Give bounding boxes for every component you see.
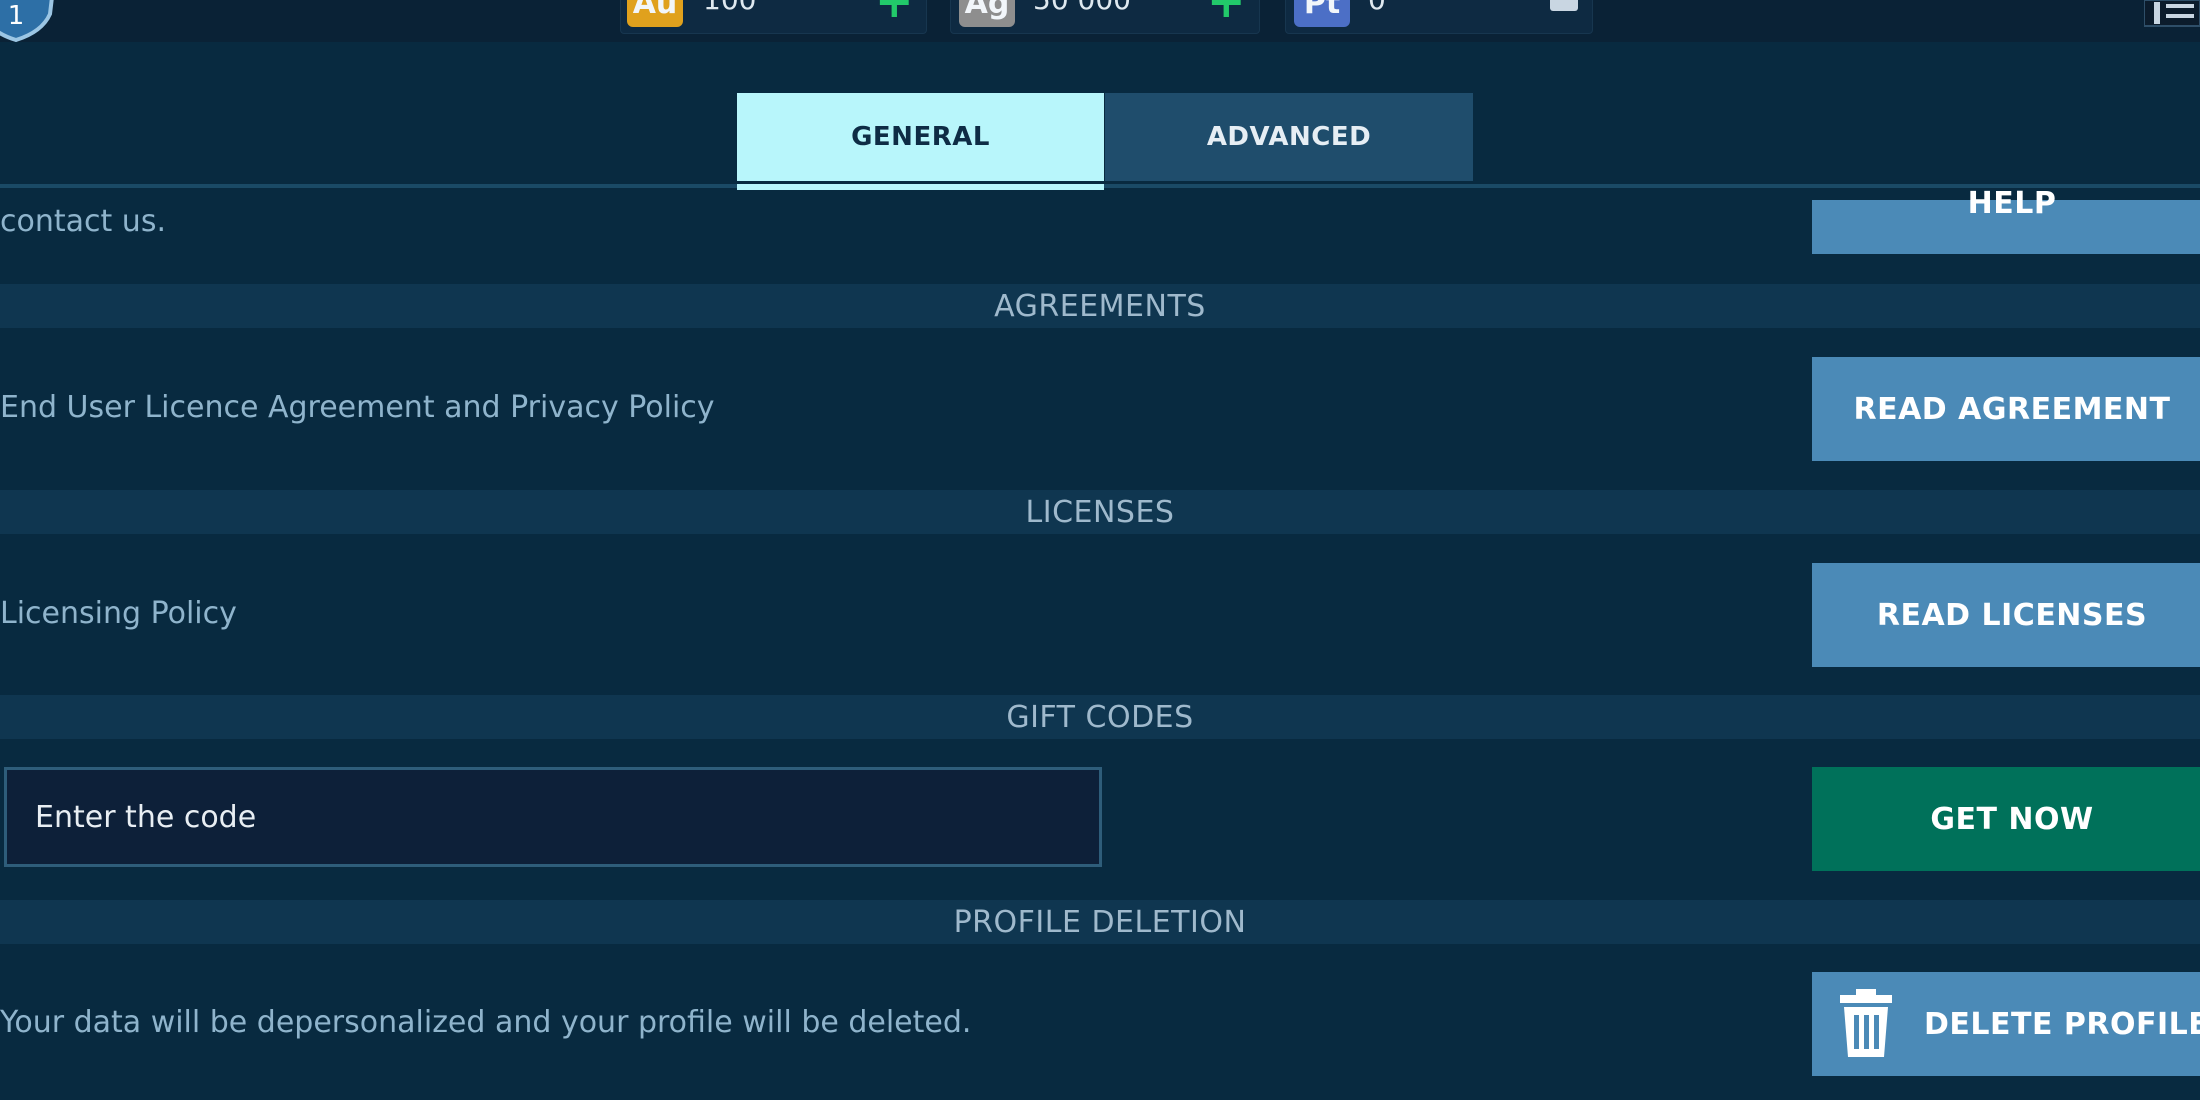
- currency-silver: Ag 50 000 +: [950, 0, 1260, 34]
- delete-profile-button[interactable]: DELETE PROFILE: [1812, 972, 2200, 1076]
- currency-gold: Au 100 +: [620, 0, 927, 34]
- add-gold-plus-icon[interactable]: +: [875, 0, 914, 24]
- svg-text:1: 1: [8, 1, 25, 31]
- agreement-text: End User Licence Agreement and Privacy P…: [0, 390, 715, 425]
- tab-general[interactable]: GENERAL: [737, 93, 1104, 181]
- lock-icon: [1550, 0, 1578, 11]
- licensing-policy-text: Licensing Policy: [0, 596, 237, 631]
- gift-code-input[interactable]: [4, 767, 1102, 867]
- tab-active-indicator: [737, 184, 1104, 190]
- section-header-licenses: LICENSES: [0, 490, 2200, 534]
- help-button[interactable]: HELP: [1812, 189, 2200, 254]
- section-header-gift-codes: GIFT CODES: [0, 695, 2200, 739]
- menu-icon[interactable]: [2144, 0, 2200, 28]
- platinum-badge: Pt: [1294, 0, 1350, 27]
- silver-amount: 50 000: [1033, 0, 1131, 14]
- currency-platinum: Pt 0: [1285, 0, 1593, 34]
- top-bar: 1 Au 100 + Ag 50 000 + Pt 0: [0, 0, 2200, 42]
- support-text: contact us.: [0, 204, 166, 239]
- delete-profile-label: DELETE PROFILE: [1924, 1006, 2200, 1042]
- silver-badge: Ag: [959, 0, 1015, 27]
- tab-advanced[interactable]: ADVANCED: [1105, 93, 1473, 181]
- trash-icon: [1840, 989, 1892, 1057]
- shield-icon[interactable]: 1: [0, 0, 60, 42]
- read-licenses-button[interactable]: READ LICENSES: [1812, 563, 2200, 667]
- read-agreement-button[interactable]: READ AGREEMENT: [1812, 357, 2200, 461]
- add-silver-plus-icon[interactable]: +: [1207, 0, 1246, 24]
- platinum-amount: 0: [1368, 0, 1386, 14]
- section-header-agreements: AGREEMENTS: [0, 284, 2200, 328]
- gold-badge: Au: [627, 0, 683, 27]
- gold-amount: 100: [703, 0, 756, 14]
- section-header-profile-deletion: PROFILE DELETION: [0, 900, 2200, 944]
- get-now-button[interactable]: GET NOW: [1812, 767, 2200, 871]
- profile-deletion-text: Your data will be depersonalized and you…: [0, 1005, 972, 1040]
